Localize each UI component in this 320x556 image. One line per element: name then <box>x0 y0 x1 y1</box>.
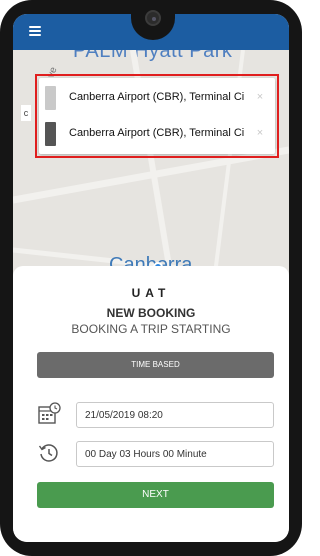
next-button[interactable]: NEXT <box>37 482 274 508</box>
calendar-clock-icon <box>38 402 61 424</box>
booking-sheet: UAT NEW BOOKING BOOKING A TRIP STARTING … <box>13 266 289 542</box>
duration-input[interactable] <box>77 442 273 466</box>
app-screen: PALM Hyatt Park Ave c Canberra Canberra … <box>13 14 289 542</box>
highlight-box <box>35 74 279 158</box>
time-based-button[interactable]: TIME BASED <box>37 352 274 378</box>
menu-icon[interactable] <box>29 26 41 36</box>
date-time-input[interactable] <box>77 403 273 427</box>
camera-icon <box>145 10 161 26</box>
phone-frame: PALM Hyatt Park Ave c Canberra Canberra … <box>0 0 302 556</box>
page-subtitle: BOOKING A TRIP STARTING <box>71 322 231 336</box>
brand-label: UAT <box>131 286 171 300</box>
history-icon <box>38 444 58 462</box>
duration-field[interactable] <box>76 441 274 467</box>
page-title: NEW BOOKING <box>106 306 196 320</box>
date-time-field[interactable] <box>76 402 274 428</box>
